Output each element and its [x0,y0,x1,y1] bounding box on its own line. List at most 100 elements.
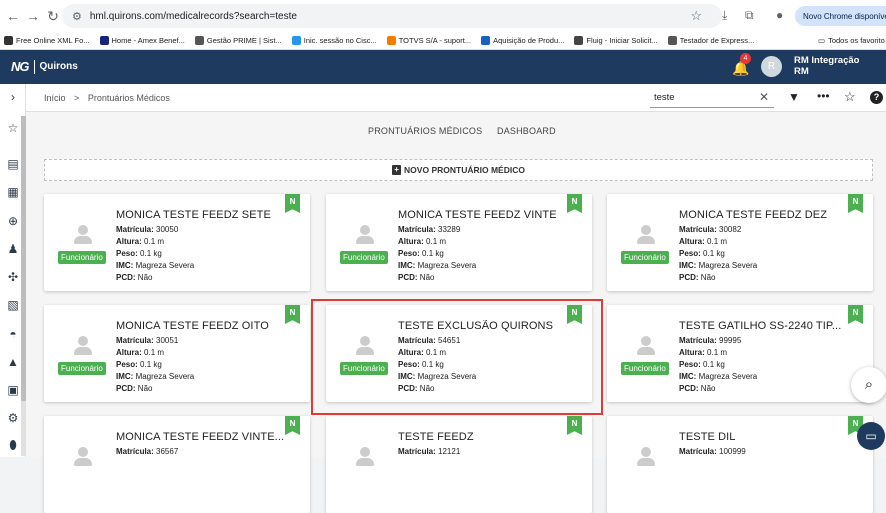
role-badge: Funcionário [58,251,106,264]
warning-icon[interactable]: ▲ [6,355,20,369]
record-matricula-value: 36567 [156,447,179,456]
record-altura: Altura: 0.1 m [398,237,446,246]
user-name[interactable]: RM Integração RM [794,55,859,77]
reload-icon[interactable]: ↻ [42,8,64,25]
role-badge: Funcionário [58,362,106,375]
close-icon[interactable]: ✕ [759,90,769,104]
avatar[interactable]: R [761,56,782,77]
people-icon[interactable]: ♟ [6,242,20,256]
expand-sidebar-icon[interactable]: › [6,90,20,104]
medical-plus-icon[interactable]: ⊕ [6,214,20,228]
record-matricula: Matrícula: 100999 [679,447,746,456]
record-pcd-label: PCD: [679,273,699,282]
back-icon[interactable]: ← [2,8,24,24]
settings-icon[interactable]: ⚙ [6,411,20,425]
helmet-icon[interactable]: ◓ [6,327,20,341]
clipboard-icon[interactable]: ▣ [6,383,20,397]
record-card[interactable]: N Funcionário MONICA TESTE FEEDZ VINTE Matr… [326,194,592,291]
record-imc-label: IMC: [679,261,697,270]
profile-icon[interactable]: ● [776,8,783,22]
chat-icon[interactable]: ▭ [857,422,885,450]
person-icon [74,225,92,245]
record-card[interactable]: N TESTE DIL Matrícula: 100999 [607,416,873,513]
record-pcd: PCD: Não [398,273,434,282]
record-name: TESTE DIL [679,431,736,443]
record-altura: Altura: 0.1 m [116,237,164,246]
record-card[interactable]: N Funcionário MONICA TESTE FEEDZ OITO Matrí… [44,305,310,402]
record-matricula-label: Matrícula: [116,225,154,234]
record-name: MONICA TESTE FEEDZ VINTE [398,209,557,221]
breadcrumb-home[interactable]: Início [44,93,66,103]
calendar-icon[interactable]: ▦ [6,185,20,199]
record-imc-value: Magreza Severa [698,261,758,270]
documents-icon[interactable]: ▧ [6,298,20,312]
new-chrome-button[interactable]: Novo Chrome disponível [795,6,886,26]
filter-icon[interactable]: ▼ [788,90,800,104]
bookmark-item[interactable]: Testador de Express... [667,36,755,45]
bookmark-label: Aquisição de Produ... [493,36,565,45]
breadcrumb: Início > Prontuários Médicos [44,93,176,103]
fire-extinguisher-icon[interactable]: ⬮ [6,438,20,452]
more-options-icon[interactable]: ••• [817,89,830,103]
record-altura-value: 0.1 m [144,348,165,357]
user-name-line1: RM Integração [794,55,860,66]
bookmark-item[interactable]: Fluig - Iniciar Solicit... [574,36,658,45]
record-name: MONICA TESTE FEEDZ DEZ [679,209,828,221]
record-pcd-value: Não [700,273,716,282]
record-matricula-label: Matrícula: [679,336,717,345]
bookmark-favicon-icon [574,36,584,45]
record-card[interactable]: N Funcionário TESTE GATILHO SS-2240 TIP...… [607,305,873,402]
bookmark-favicon-icon [99,36,109,45]
record-imc: IMC: Magreza Severa [116,261,194,270]
record-pcd: PCD: Não [679,384,715,393]
bookmark-item[interactable]: Inic. sessão no Cisc... [291,36,377,45]
record-pcd: PCD: Não [679,273,715,282]
bookmark-item[interactable]: Aquisição de Produ... [481,36,564,45]
record-matricula: Matrícula: 33289 [398,225,460,234]
record-peso-label: Peso: [679,249,701,258]
record-name: TESTE GATILHO SS-2240 TIP... [679,320,842,332]
downloads-icon[interactable]: ⤓ [722,8,727,23]
forward-icon[interactable]: → [22,8,44,24]
record-name: MONICA TESTE FEEDZ VINTE... [116,431,285,443]
record-pcd-value: Não [137,384,153,393]
search-fab-icon[interactable]: ⌕ [851,367,886,403]
record-card[interactable]: N TESTE FEEDZ Matrícula: 12121 [326,416,592,513]
bookmark-label: Inic. sessão no Cisc... [303,36,377,45]
bookmark-item[interactable]: TOTVS S/A - suport... [386,36,471,45]
bookmark-label: Testador de Express... [679,36,755,45]
tab-prontuarios[interactable]: PRONTUÁRIOS MÉDICOS [368,126,482,136]
record-altura-label: Altura: [679,237,705,246]
star-icon[interactable]: ☆ [844,89,856,105]
bookmarks-bar: Free Online XML Fo... Home - Amex Benef..… [0,32,886,50]
bookmark-item[interactable]: Free Online XML Fo... [4,36,90,45]
site-info-icon[interactable]: ⚙ [72,10,82,23]
new-medical-record-button[interactable]: + NOVO PRONTUÁRIO MÉDICO [44,159,873,181]
record-card[interactable]: N Funcionário MONICA TESTE FEEDZ DEZ Matríc… [607,194,873,291]
address-bar[interactable]: ⚙ hml.quirons.com/medicalrecords?search=… [62,4,722,28]
app-logo[interactable]: NG Quirons [11,59,78,74]
bookmark-star-icon[interactable]: ☆ [690,8,702,24]
tab-dashboard[interactable]: DASHBOARD [497,126,556,136]
record-peso-value: 0.1 kg [140,360,162,369]
search-input[interactable]: teste [650,89,774,108]
extensions-icon[interactable]: ⧉ [745,8,754,23]
bookmark-item[interactable]: Home - Amex Benef... [99,36,185,45]
person-icon [637,336,655,356]
favorites-icon[interactable]: ☆ [6,121,20,135]
record-peso: Peso: 0.1 kg [679,360,725,369]
main-content: Início > Prontuários Médicos teste ✕ ▼ •… [26,84,886,513]
app-header: NG Quirons 🔔 4 R RM Integração RM [0,50,886,84]
record-card[interactable]: N Funcionário MONICA TESTE FEEDZ SETE Matrí… [44,194,310,291]
all-bookmarks-folder[interactable]: ▭ Todos os favorito [818,36,885,45]
record-card[interactable]: N MONICA TESTE FEEDZ VINTE... Matrícula: 3… [44,416,310,513]
logo-divider [33,59,35,74]
bookmark-item[interactable]: Gestão PRIME | Sist... [194,36,282,45]
puzzle-icon[interactable]: ✣ [6,270,20,284]
page-topbar: Início > Prontuários Médicos teste ✕ ▼ •… [26,84,886,112]
logo-name: Quirons [39,61,78,72]
help-icon[interactable]: ? [870,91,883,104]
monitor-icon[interactable]: ▤ [6,157,20,171]
record-matricula-label: Matrícula: [679,447,717,456]
record-matricula: Matrícula: 30050 [116,225,178,234]
